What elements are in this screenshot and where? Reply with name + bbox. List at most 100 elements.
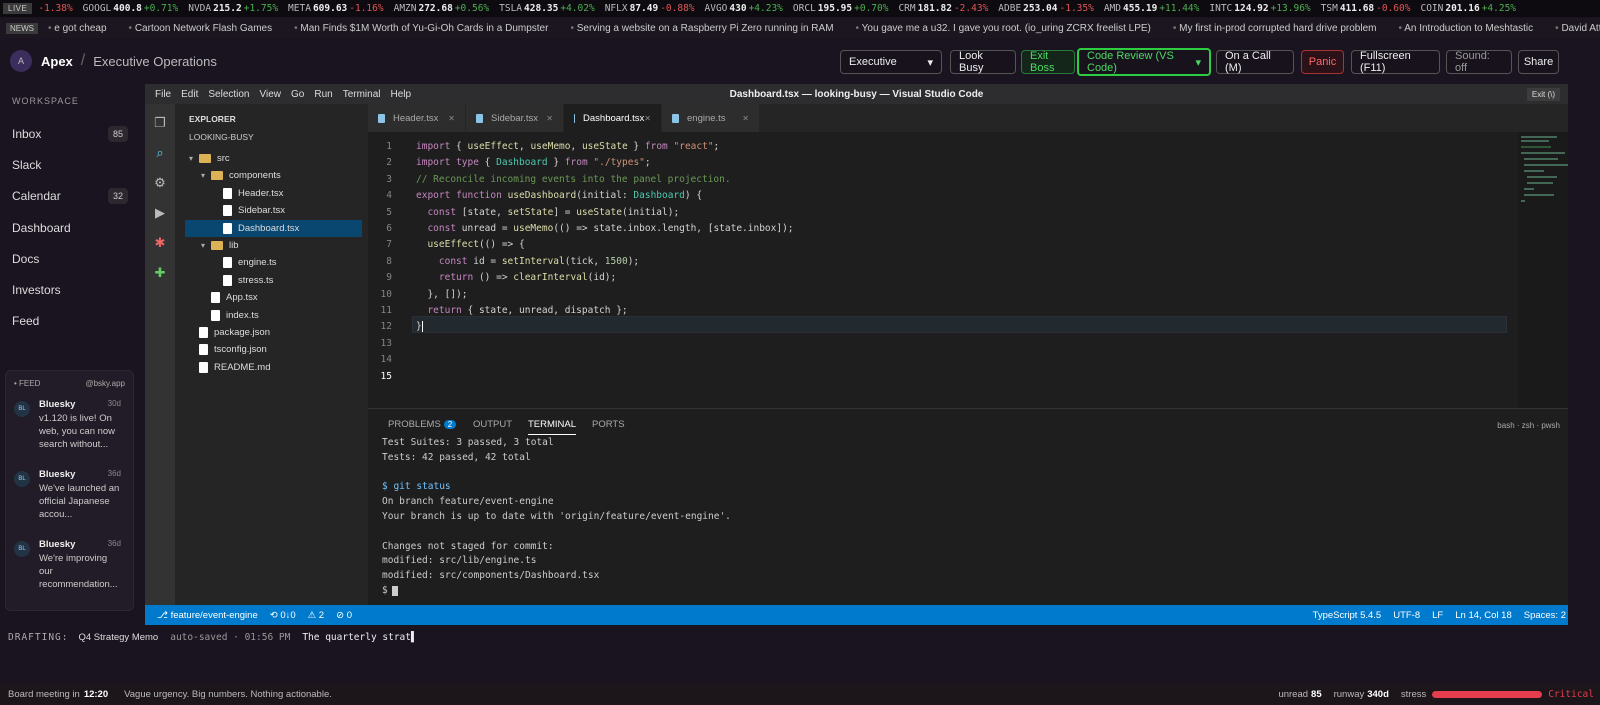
extensions-icon[interactable]: ✚ [153,266,167,280]
file-item[interactable]: engine.ts [185,254,362,271]
chevron-down-icon: ▾ [201,171,206,181]
file-item[interactable]: index.ts [185,307,362,324]
feed-item[interactable]: BL Bluesky 36d We've launched an official J… [6,469,135,521]
folder-item[interactable]: ▾ src [185,150,362,167]
code-line: // Reconcile incoming events into the pa… [416,173,731,185]
drafting-bar: DRAFTING: Q4 Strategy Memo auto-saved · … [0,625,1600,649]
mode-select-value: Executive [849,56,897,68]
file-icon [574,113,576,123]
run-icon[interactable]: ▶ [153,206,167,220]
exit-disguise-button[interactable]: Exit (\) [1526,87,1560,101]
panel-tab-terminal[interactable]: TERMINAL [528,419,577,435]
close-icon[interactable]: ✕ [546,114,553,123]
gear-icon[interactable]: ⚙ [153,176,167,190]
feed-item[interactable]: BL Bluesky 30d v1.120 is live! On web, you … [6,399,135,451]
minimap[interactable] [1518,132,1568,408]
draft-doc-title[interactable]: Q4 Strategy Memo [78,632,158,643]
close-icon[interactable]: ✕ [644,114,651,123]
tree-item-label: components [229,170,281,182]
fullscreen-button[interactable]: Fullscreen (F11) [1351,50,1440,74]
on-call-button[interactable]: On a Call (M) [1216,50,1294,74]
sidebar-item-badge: 32 [107,188,128,205]
file-item[interactable]: package.json [185,324,362,341]
file-item[interactable]: stress.ts [185,272,362,289]
news-item[interactable]: e got cheap [48,23,106,34]
autosave-status: auto-saved · 01:56 PM [170,631,291,643]
panel-tab-output[interactable]: OUTPUT [473,419,512,430]
draft-input[interactable]: The quarterly strat▌ [302,632,416,643]
file-item[interactable]: README.md [185,359,362,376]
mode-select[interactable]: Executive ▾ [840,50,942,74]
news-item[interactable]: My first in-prod corrupted hard drive pr… [1173,23,1376,34]
file-item[interactable]: Sidebar.tsx [185,202,362,219]
sidebar-item-inbox[interactable]: Inbox 85 [12,124,128,144]
editor-tab[interactable]: Dashboard.tsx ✕ [564,104,662,132]
vscode-window: File Edit Selection View Go Run Terminal Help D… [145,84,1568,625]
sidebar-item-investors[interactable]: Investors [12,280,128,300]
language-indicator[interactable]: TypeScript 5.4.5 [1313,610,1382,621]
file-item[interactable]: Dashboard.tsx [185,219,362,237]
news-item[interactable]: Cartoon Network Flash Games [129,23,272,34]
workspace-avatar[interactable]: A [10,50,32,72]
sidebar-item-dashboard[interactable]: Dashboard [12,218,128,238]
panel-tab-problems[interactable]: PROBLEMS 2 [388,419,457,430]
cursor-position[interactable]: Ln 14, Col 18 [1455,610,1512,621]
explorer-panel: EXPLORER LOOKING-BUSY ▾ src ▾ components Hea… [175,104,368,605]
folder-item[interactable]: ▾ lib [185,237,362,254]
editor-tab[interactable]: engine.ts ✕ [662,104,760,132]
code-line: return { state, unread, dispatch }; [427,305,628,316]
share-button[interactable]: Share [1518,50,1559,74]
panic-button[interactable]: Panic [1301,50,1344,74]
folder-icon [199,154,211,163]
eol-indicator[interactable]: LF [1432,610,1443,621]
branch-indicator[interactable]: ⎇ feature/event-engine [157,610,258,621]
sync-indicator[interactable]: ⟲ 0↓0 [270,610,296,621]
sidebar-item-feed[interactable]: Feed [12,311,128,331]
file-item[interactable]: tsconfig.json [185,341,362,358]
news-item[interactable]: David Attenborou [1555,23,1600,34]
indent-indicator[interactable]: Spaces: 2 [1524,610,1566,621]
code-editor[interactable]: 1 import { useEffect, useMemo, useState }… [368,132,1568,408]
news-item[interactable]: An Introduction to Meshtastic [1398,23,1533,34]
disguise-select[interactable]: Code Review (VS Code) ▾ [1077,48,1211,76]
news-item[interactable]: Serving a website on a Raspberry Pi Zero… [570,23,834,34]
sidebar-item-calendar[interactable]: Calendar 32 [12,186,128,206]
file-item[interactable]: App.tsx [185,289,362,306]
search-icon[interactable]: ⌕ [153,146,167,160]
panel-tab-ports[interactable]: PORTS [592,419,625,430]
ticker-item: ADBE 253.04 -1.35% [998,3,1094,14]
sidebar-item-slack[interactable]: Slack [12,155,128,175]
feed-title-text: FEED [19,379,41,388]
panel-tab-label: TERMINAL [528,419,577,430]
shell-selector[interactable]: bash · zsh · pwsh [1497,421,1560,430]
disguise-select-value: Code Review (VS Code) [1087,50,1174,74]
ticker-change: -1.38% [38,3,73,14]
files-icon[interactable]: ❐ [153,116,167,130]
encoding-indicator[interactable]: UTF-8 [1393,610,1420,621]
editor-tab[interactable]: Header.tsx ✕ [368,104,466,132]
tree-item-label: App.tsx [226,292,258,304]
file-item[interactable]: Header.tsx [185,185,362,202]
news-item[interactable]: You gave me a u32. I gave you root. (io_… [856,23,1151,34]
exit-boss-button[interactable]: Exit Boss [1021,50,1075,74]
close-icon[interactable]: ✕ [742,114,749,123]
line-number: 12 [380,321,392,333]
line-number: 6 [386,223,392,234]
sound-toggle[interactable]: Sound: off [1446,50,1512,74]
debug-icon[interactable]: ✱ [153,236,167,250]
errors-indicator[interactable]: ⊘ 0 [336,610,352,621]
feed-item[interactable]: BL Bluesky 36d We're improving our recommen… [6,539,135,591]
news-ticker: NEWS e got cheap Cartoon Network Flash Gam… [0,18,1600,38]
close-icon[interactable]: ✕ [448,114,455,123]
ticker-change: +4.02% [560,3,595,14]
ticker-item: META 609.63 -1.16% [288,3,384,14]
warnings-indicator[interactable]: ⚠ 2 [308,610,324,621]
news-item[interactable]: Man Finds $1M Worth of Yu-Gi-Oh Cards in… [294,23,548,34]
feed-item-body: Bluesky 36d We've launched an official Jap… [39,469,121,521]
explorer-root[interactable]: LOOKING-BUSY [189,132,254,142]
folder-item[interactable]: ▾ components [185,167,362,184]
sidebar-item-docs[interactable]: Docs [12,249,128,269]
editor-tab[interactable]: Sidebar.tsx ✕ [466,104,564,132]
look-busy-button[interactable]: Look Busy [950,50,1016,74]
tree-item-label: Sidebar.tsx [238,205,285,217]
